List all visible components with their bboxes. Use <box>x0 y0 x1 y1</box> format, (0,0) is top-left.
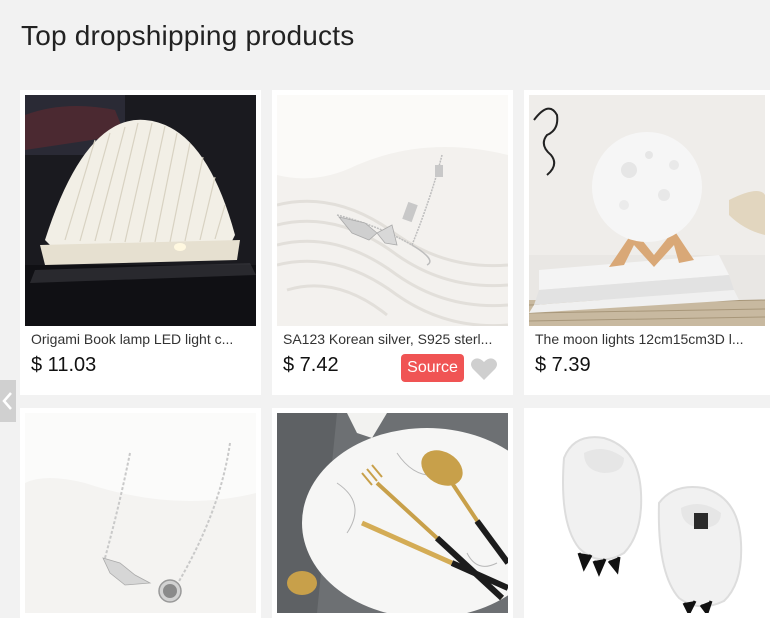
page-title: Top dropshipping products <box>21 20 355 51</box>
product-image[interactable] <box>529 95 765 326</box>
product-image[interactable] <box>529 413 765 613</box>
product-price: $ 11.03 <box>31 354 97 376</box>
product-name[interactable]: The moon lights 12cm15cm3D l... <box>535 331 760 347</box>
baby-shoes-image <box>529 413 765 613</box>
product-card[interactable]: Origami Book lamp LED light c... $ 11.03 <box>20 90 261 395</box>
moon-lamp-image <box>529 95 765 326</box>
product-image[interactable] <box>277 413 508 613</box>
product-card[interactable] <box>524 408 770 618</box>
product-price: $ 7.39 <box>535 354 591 376</box>
cutlery-image <box>277 413 508 613</box>
product-card[interactable] <box>272 408 513 618</box>
previous-arrow-button[interactable] <box>0 380 16 422</box>
product-name[interactable]: Origami Book lamp LED light c... <box>31 331 251 347</box>
product-image[interactable] <box>25 95 256 326</box>
product-name[interactable]: SA123 Korean silver, S925 sterl... <box>283 331 503 347</box>
book-lamp-image <box>25 95 256 326</box>
product-image[interactable] <box>277 95 508 326</box>
product-card[interactable] <box>20 408 261 618</box>
pendant-image <box>25 413 256 613</box>
chevron-left-icon <box>2 392 12 410</box>
product-price: $ 7.42 <box>283 354 339 376</box>
product-card[interactable]: The moon lights 12cm15cm3D l... $ 7.39 <box>524 90 770 395</box>
necklace-image <box>277 95 508 326</box>
product-image[interactable] <box>25 413 256 613</box>
source-button[interactable]: Source <box>401 354 464 382</box>
heart-icon[interactable] <box>470 357 498 381</box>
product-card[interactable]: SA123 Korean silver, S925 sterl... $ 7.4… <box>272 90 513 395</box>
